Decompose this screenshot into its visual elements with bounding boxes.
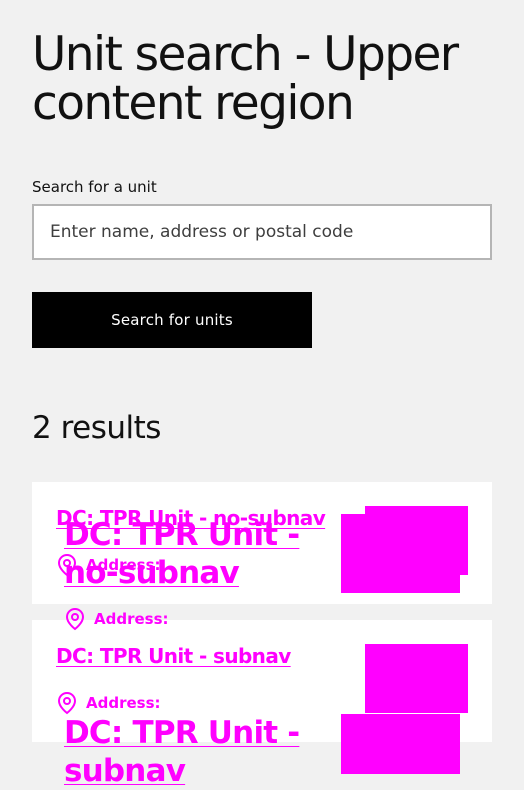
location-pin-icon bbox=[57, 691, 77, 715]
result-title-link[interactable]: DC: TPR Unit - subnav bbox=[56, 644, 291, 668]
search-button[interactable]: Search for units bbox=[32, 292, 312, 348]
result-title-link-overlay[interactable]: DC: TPR Unit - no-subnav bbox=[64, 516, 314, 592]
result-thumbnail-overlay bbox=[341, 514, 460, 593]
page-title: Unit search - Upper content region bbox=[32, 27, 459, 131]
result-thumbnail bbox=[365, 644, 468, 713]
result-title-link-overlay[interactable]: DC: TPR Unit - subnav bbox=[64, 714, 304, 790]
result-thumbnail-overlay bbox=[341, 714, 460, 774]
address-label: Address: bbox=[94, 610, 169, 628]
result-address: Address: bbox=[56, 691, 161, 715]
result-address-overlay: Address: bbox=[64, 607, 169, 631]
location-pin-icon bbox=[65, 607, 85, 631]
search-label: Search for a unit bbox=[32, 178, 157, 196]
address-label: Address: bbox=[86, 694, 161, 712]
results-count: 2 results bbox=[32, 410, 161, 446]
search-input[interactable] bbox=[32, 204, 492, 260]
